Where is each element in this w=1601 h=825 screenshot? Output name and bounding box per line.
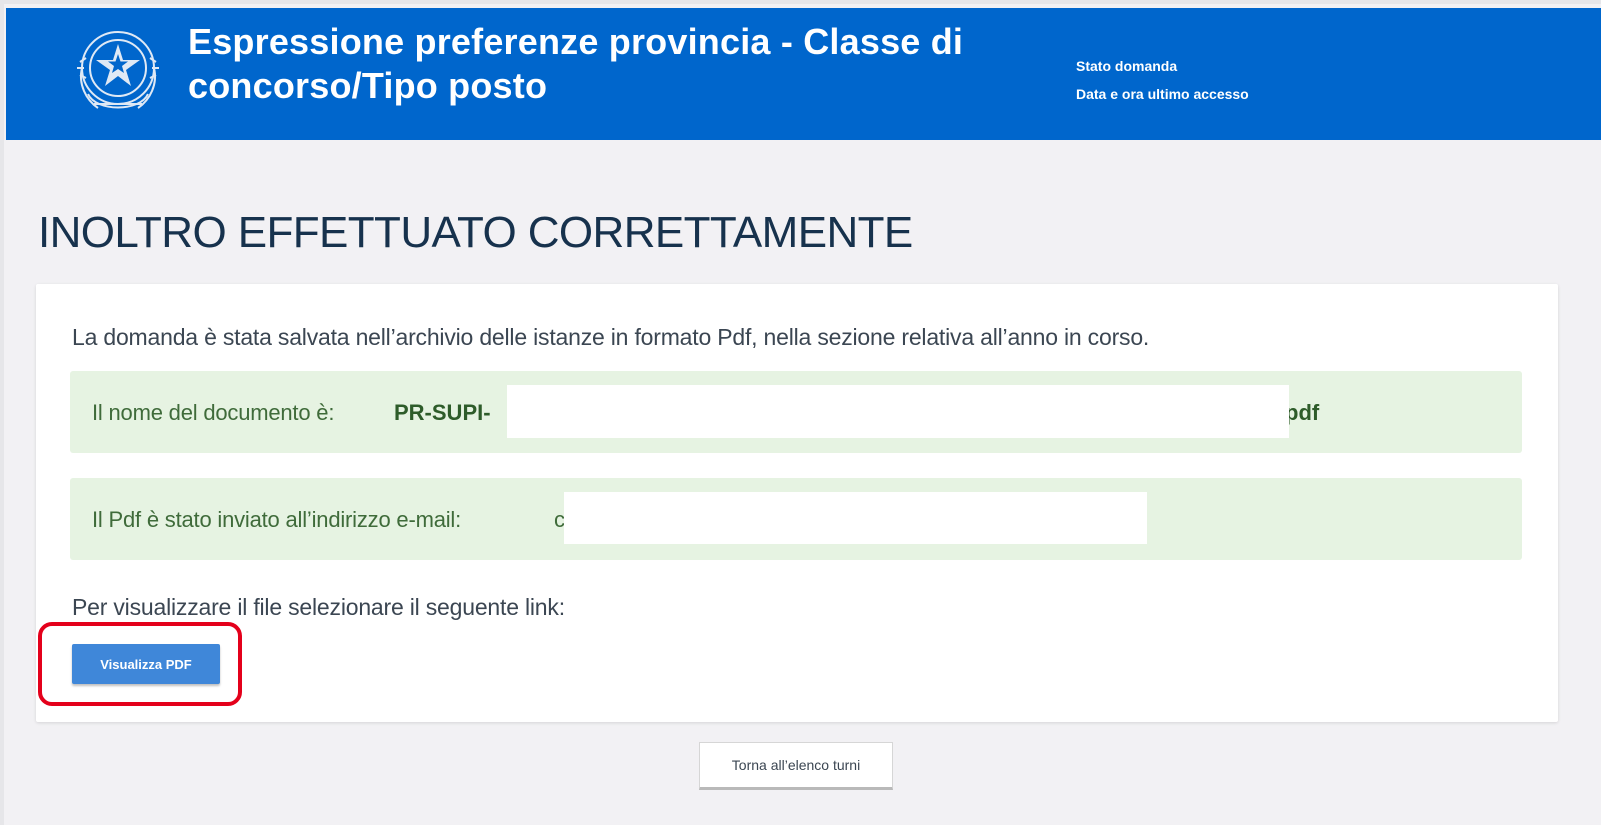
page-title: Espressione preferenze provincia - Class…: [188, 21, 964, 106]
email-notice: Il Pdf è stato inviato all’indirizzo e-m…: [70, 478, 1522, 560]
last-access-label: Data e ora ultimo accesso: [1076, 86, 1249, 102]
header-meta: Stato domanda Data e ora ultimo accesso: [1076, 52, 1249, 108]
document-name-suffix: pdf: [1285, 400, 1320, 425]
link-hint-text: Per visualizzare il file selezionare il …: [72, 594, 565, 620]
document-name-notice: Il nome del documento è: PR-SUPI- pdf: [70, 371, 1522, 453]
redacted-document-name: [507, 385, 1289, 438]
status-label: Stato domanda: [1076, 58, 1178, 74]
submission-card: La domanda è stata salvata nell’archivio…: [36, 284, 1558, 722]
italian-republic-emblem-icon: [77, 31, 159, 109]
archive-info-text: La domanda è stata salvata nell’archivio…: [72, 324, 1150, 350]
document-name-prefix: PR-SUPI-: [394, 400, 491, 425]
view-pdf-button[interactable]: Visualizza PDF: [72, 644, 220, 684]
app-header: Espressione preferenze provincia - Class…: [6, 8, 1601, 140]
document-name-label: Il nome del documento è:: [92, 400, 335, 425]
email-label: Il Pdf è stato inviato all’indirizzo e-m…: [92, 507, 462, 532]
back-to-list-button[interactable]: Torna all’elenco turni: [699, 742, 893, 790]
redacted-email: [564, 492, 1147, 544]
success-heading: INOLTRO EFFETTUATO CORRETTAMENTE: [38, 208, 913, 257]
